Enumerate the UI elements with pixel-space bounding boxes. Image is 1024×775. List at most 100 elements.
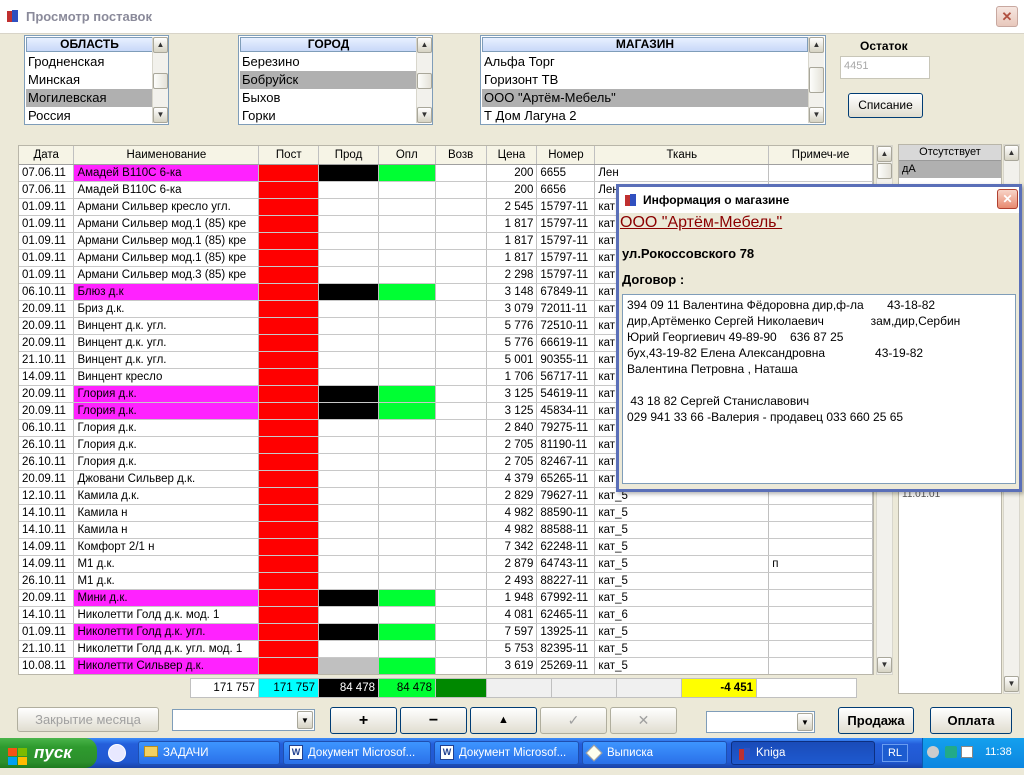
cell-prod[interactable] bbox=[318, 453, 379, 471]
cell-name[interactable]: Армани Сильвер мод.1 (85) кре bbox=[73, 215, 260, 233]
cell-return[interactable] bbox=[435, 504, 487, 522]
cell-note[interactable] bbox=[768, 657, 873, 674]
close-window-button[interactable]: ✕ bbox=[996, 6, 1018, 27]
cell-return[interactable] bbox=[435, 606, 487, 624]
cell-paid[interactable] bbox=[378, 521, 436, 539]
cell-date[interactable]: 21.10.11 bbox=[19, 351, 75, 369]
cell-post[interactable] bbox=[258, 606, 320, 624]
cell-prod[interactable] bbox=[318, 589, 379, 607]
cell-paid[interactable] bbox=[378, 368, 436, 386]
cell-name[interactable]: Глория д.к. bbox=[73, 402, 260, 420]
cell-post[interactable] bbox=[258, 657, 320, 674]
cell-post[interactable] bbox=[258, 300, 320, 318]
cell-paid[interactable] bbox=[378, 623, 436, 641]
cell-price[interactable]: 5 776 bbox=[486, 334, 538, 352]
cell-return[interactable] bbox=[435, 215, 487, 233]
city-item[interactable]: Горки bbox=[240, 107, 417, 125]
cell-post[interactable] bbox=[258, 555, 320, 573]
cell-number[interactable]: 72510-11 bbox=[536, 317, 596, 335]
cell-note[interactable] bbox=[768, 640, 873, 658]
cell-number[interactable]: 81190-11 bbox=[536, 436, 596, 454]
cell-name[interactable]: Глория д.к. bbox=[73, 419, 260, 437]
cell-number[interactable]: 67992-11 bbox=[536, 589, 596, 607]
cell-prod[interactable] bbox=[318, 317, 379, 335]
cell-date[interactable]: 10.08.11 bbox=[19, 657, 75, 674]
cell-number[interactable]: 54619-11 bbox=[536, 385, 596, 403]
cell-price[interactable]: 200 bbox=[486, 181, 538, 199]
start-button[interactable]: пуск bbox=[0, 738, 97, 768]
cell-post[interactable] bbox=[258, 181, 320, 199]
cell-post[interactable] bbox=[258, 232, 320, 250]
col-prod[interactable]: Прод bbox=[318, 146, 379, 165]
up-button[interactable]: ▲ bbox=[470, 707, 537, 734]
city-item[interactable]: Быхов bbox=[240, 89, 417, 107]
cell-price[interactable]: 7 342 bbox=[486, 538, 538, 556]
cell-price[interactable]: 2 298 bbox=[486, 266, 538, 284]
close-month-button[interactable]: Закрытие месяца bbox=[17, 707, 159, 732]
cell-number[interactable]: 45834-11 bbox=[536, 402, 596, 420]
cell-fabric[interactable]: кат_6 bbox=[594, 606, 770, 624]
payment-button[interactable]: Оплата bbox=[930, 707, 1012, 734]
tray-app-icon[interactable] bbox=[961, 746, 973, 758]
cell-price[interactable]: 4 379 bbox=[486, 470, 538, 488]
scroll-thumb[interactable] bbox=[417, 73, 432, 89]
sale-button[interactable]: Продажа bbox=[838, 707, 914, 734]
cell-post[interactable] bbox=[258, 487, 320, 505]
cell-number[interactable]: 88590-11 bbox=[536, 504, 596, 522]
cell-return[interactable] bbox=[435, 419, 487, 437]
shop-item[interactable]: Горизонт ТВ bbox=[482, 71, 808, 89]
cell-number[interactable]: 15797-11 bbox=[536, 249, 596, 267]
cell-return[interactable] bbox=[435, 470, 487, 488]
cell-return[interactable] bbox=[435, 164, 487, 182]
cell-name[interactable]: М1 д.к. bbox=[73, 555, 260, 573]
scroll-thumb[interactable] bbox=[809, 67, 824, 93]
cell-price[interactable]: 2 879 bbox=[486, 555, 538, 573]
cell-number[interactable]: 88227-11 bbox=[536, 572, 596, 590]
region-scrollbar[interactable]: ▲ ▼ bbox=[152, 37, 168, 123]
cell-return[interactable] bbox=[435, 368, 487, 386]
cell-name[interactable]: Комфорт 2/1 н bbox=[73, 538, 260, 556]
cell-name[interactable]: Армани Сильвер мод.1 (85) кре bbox=[73, 232, 260, 250]
cell-number[interactable]: 15797-11 bbox=[536, 198, 596, 216]
cell-paid[interactable] bbox=[378, 419, 436, 437]
cell-paid[interactable] bbox=[378, 164, 436, 182]
tray-app-icon[interactable] bbox=[945, 746, 957, 758]
scroll-down-icon[interactable]: ▼ bbox=[153, 107, 168, 123]
cell-date[interactable]: 20.09.11 bbox=[19, 300, 75, 318]
cell-paid[interactable] bbox=[378, 317, 436, 335]
cell-date[interactable]: 14.09.11 bbox=[19, 538, 75, 556]
cell-prod[interactable] bbox=[318, 521, 379, 539]
cell-date[interactable]: 07.06.11 bbox=[19, 164, 75, 182]
cell-paid[interactable] bbox=[378, 283, 436, 301]
cell-prod[interactable] bbox=[318, 300, 379, 318]
region-item-selected[interactable]: Могилевская bbox=[26, 89, 153, 107]
left-combo[interactable]: ▼ bbox=[172, 709, 315, 731]
cell-post[interactable] bbox=[258, 266, 320, 284]
cell-post[interactable] bbox=[258, 538, 320, 556]
cell-prod[interactable] bbox=[318, 164, 379, 182]
table-row[interactable]: 07.06.11 Амадей В110С 6-ка 200 6655 Лен bbox=[19, 164, 873, 182]
col-price[interactable]: Цена bbox=[486, 146, 538, 165]
cell-paid[interactable] bbox=[378, 436, 436, 454]
taskbar-item-word1[interactable]: W Документ Microsof... bbox=[283, 741, 431, 765]
side-value[interactable]: дА bbox=[899, 161, 1001, 178]
cell-prod[interactable] bbox=[318, 419, 379, 437]
cell-fabric[interactable]: кат_5 bbox=[594, 521, 770, 539]
cell-return[interactable] bbox=[435, 640, 487, 658]
cell-date[interactable]: 06.10.11 bbox=[19, 283, 75, 301]
cell-name[interactable]: Армани Сильвер кресло угл. bbox=[73, 198, 260, 216]
city-listbox[interactable]: ГОРОД Березино Бобруйск Быхов Горки ▲ ▼ bbox=[238, 35, 433, 125]
cell-price[interactable]: 2 705 bbox=[486, 436, 538, 454]
cell-prod[interactable] bbox=[318, 640, 379, 658]
col-post[interactable]: Пост bbox=[258, 146, 320, 165]
cell-name[interactable]: Камила н bbox=[73, 504, 260, 522]
cell-note[interactable] bbox=[768, 589, 873, 607]
add-button[interactable]: + bbox=[330, 707, 397, 734]
cell-number[interactable]: 88588-11 bbox=[536, 521, 596, 539]
scroll-down-icon[interactable]: ▼ bbox=[1004, 676, 1019, 692]
cell-name[interactable]: Глория д.к. bbox=[73, 436, 260, 454]
cancel-button[interactable]: ✕ bbox=[610, 707, 677, 734]
taskbar-item-kniga[interactable]: Kniga bbox=[731, 741, 875, 765]
cell-return[interactable] bbox=[435, 402, 487, 420]
cell-prod[interactable] bbox=[318, 572, 379, 590]
